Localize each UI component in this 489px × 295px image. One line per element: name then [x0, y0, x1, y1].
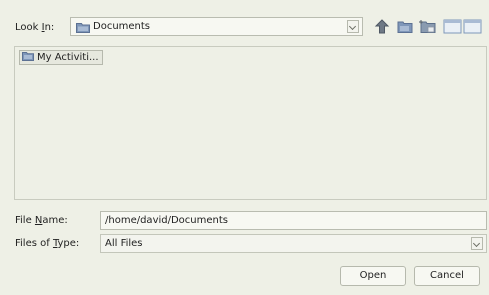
file-chooser-dialog: Look In: Documents My Activiti... File N… — [0, 0, 489, 295]
files-of-type-value: All Files — [105, 238, 143, 249]
file-name-label: My Activiti... — [37, 52, 99, 63]
up-folder-button[interactable] — [373, 18, 391, 35]
look-in-value: Documents — [93, 21, 151, 32]
files-of-type-combo[interactable]: All Files — [100, 234, 487, 253]
file-name-input[interactable] — [100, 211, 487, 230]
open-button[interactable]: Open — [340, 266, 406, 286]
folder-icon — [76, 22, 90, 36]
list-item[interactable]: My Activiti... — [19, 50, 103, 65]
new-folder-button[interactable] — [419, 18, 437, 35]
files-of-type-label: Files of Type: — [15, 238, 80, 249]
chevron-down-icon[interactable] — [347, 20, 359, 33]
folder-icon — [22, 51, 34, 65]
up-folder-icon — [374, 19, 390, 34]
list-details-view-icon — [443, 19, 482, 34]
new-folder-icon — [419, 20, 436, 33]
look-in-label: Look In: — [15, 22, 55, 33]
view-toggle-button[interactable] — [443, 18, 483, 35]
chevron-down-icon[interactable] — [471, 237, 483, 250]
look-in-combo[interactable]: Documents — [70, 17, 363, 36]
file-name-label: File Name: — [15, 215, 68, 226]
cancel-button[interactable]: Cancel — [414, 266, 480, 286]
home-folder-button[interactable] — [396, 18, 414, 35]
home-folder-icon — [397, 21, 413, 33]
file-list[interactable]: My Activiti... — [14, 46, 487, 200]
